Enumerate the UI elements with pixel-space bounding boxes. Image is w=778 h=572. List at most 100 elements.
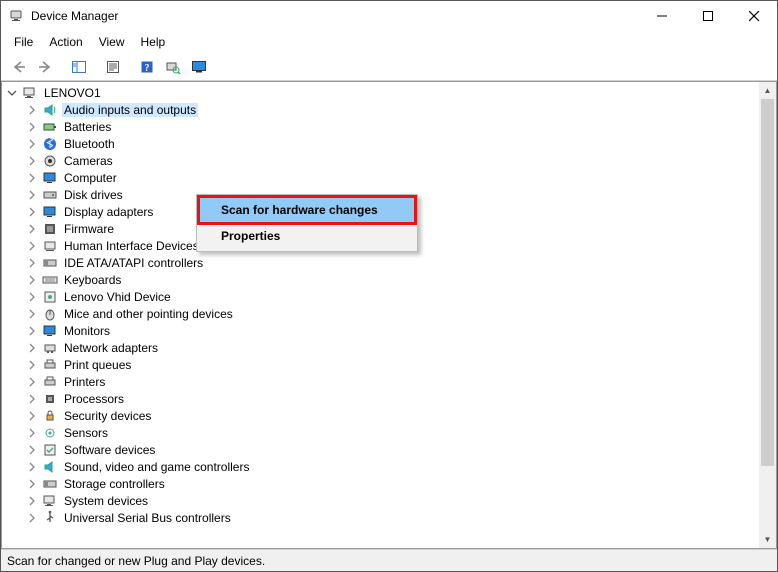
tree-item[interactable]: Batteries (6, 118, 759, 135)
chevron-right-icon[interactable] (26, 257, 38, 269)
chevron-right-icon[interactable] (26, 223, 38, 235)
chevron-right-icon[interactable] (26, 121, 38, 133)
chevron-right-icon[interactable] (26, 325, 38, 337)
close-button[interactable] (731, 1, 777, 31)
menu-action[interactable]: Action (42, 33, 89, 51)
tree-item[interactable]: Print queues (6, 356, 759, 373)
tree-item[interactable]: Keyboards (6, 271, 759, 288)
scan-hardware-button[interactable] (161, 56, 185, 78)
device-category-icon (42, 459, 58, 475)
menu-file[interactable]: File (7, 33, 40, 51)
menu-help[interactable]: Help (134, 33, 173, 51)
statusbar: Scan for changed or new Plug and Play de… (1, 549, 777, 571)
tree-item-label: Display adapters (62, 205, 155, 219)
svg-text:?: ? (145, 63, 150, 74)
chevron-right-icon[interactable] (26, 291, 38, 303)
tree-item-label: Lenovo Vhid Device (62, 290, 173, 304)
tree-item-label: Printers (62, 375, 107, 389)
tree-item[interactable]: Sound, video and game controllers (6, 458, 759, 475)
tree-item[interactable]: Software devices (6, 441, 759, 458)
tree-item-label: Security devices (62, 409, 153, 423)
monitor-button[interactable] (187, 56, 211, 78)
context-scan-hardware[interactable]: Scan for hardware changes (199, 197, 415, 223)
tree-item-label: Firmware (62, 222, 116, 236)
device-category-icon (42, 340, 58, 356)
chevron-right-icon[interactable] (26, 512, 38, 524)
tree-item-label: Cameras (62, 154, 115, 168)
tree-item-label: Monitors (62, 324, 112, 338)
device-category-icon (42, 476, 58, 492)
scroll-up-button[interactable]: ▲ (759, 82, 776, 99)
scroll-track[interactable] (759, 99, 776, 531)
tree-item[interactable]: Storage controllers (6, 475, 759, 492)
maximize-button[interactable] (685, 1, 731, 31)
tree-item[interactable]: System devices (6, 492, 759, 509)
tree-item[interactable]: Processors (6, 390, 759, 407)
tree-item[interactable]: Security devices (6, 407, 759, 424)
nav-forward-button[interactable] (33, 56, 57, 78)
tree-item[interactable]: Universal Serial Bus controllers (6, 509, 759, 526)
show-hide-tree-button[interactable] (67, 56, 91, 78)
tree-item-label: Disk drives (62, 188, 125, 202)
chevron-right-icon[interactable] (26, 359, 38, 371)
tree-item-label: Keyboards (62, 273, 123, 287)
tree-item[interactable]: Sensors (6, 424, 759, 441)
help-button[interactable]: ? (135, 56, 159, 78)
chevron-right-icon[interactable] (26, 427, 38, 439)
chevron-right-icon[interactable] (26, 308, 38, 320)
chevron-right-icon[interactable] (26, 444, 38, 456)
chevron-right-icon[interactable] (26, 138, 38, 150)
tree-item-label: Human Interface Devices (62, 239, 201, 253)
tree-item[interactable]: Lenovo Vhid Device (6, 288, 759, 305)
tree-item-label: Software devices (62, 443, 157, 457)
chevron-right-icon[interactable] (26, 376, 38, 388)
chevron-right-icon[interactable] (26, 461, 38, 473)
chevron-right-icon[interactable] (26, 478, 38, 490)
scroll-down-button[interactable]: ▼ (759, 531, 776, 548)
tree-root-label: LENOVO1 (42, 86, 103, 100)
computer-icon (22, 85, 38, 101)
tree-item[interactable]: Cameras (6, 152, 759, 169)
properties-button[interactable] (101, 56, 125, 78)
tree-item[interactable]: IDE ATA/ATAPI controllers (6, 254, 759, 271)
tree-item[interactable]: Bluetooth (6, 135, 759, 152)
chevron-right-icon[interactable] (26, 240, 38, 252)
scroll-thumb[interactable] (761, 99, 774, 466)
tree-item[interactable]: Printers (6, 373, 759, 390)
chevron-right-icon[interactable] (26, 410, 38, 422)
chevron-down-icon[interactable] (6, 87, 18, 99)
device-category-icon (42, 136, 58, 152)
vertical-scrollbar[interactable]: ▲ ▼ (759, 82, 776, 548)
device-category-icon (42, 204, 58, 220)
chevron-right-icon[interactable] (26, 393, 38, 405)
context-menu: Scan for hardware changes Properties (196, 194, 418, 252)
device-category-icon (42, 391, 58, 407)
chevron-right-icon[interactable] (26, 495, 38, 507)
tree-item[interactable]: Network adapters (6, 339, 759, 356)
chevron-right-icon[interactable] (26, 104, 38, 116)
device-tree[interactable]: LENOVO1 Audio inputs and outputsBatterie… (2, 82, 759, 548)
menu-view[interactable]: View (92, 33, 132, 51)
device-category-icon (42, 102, 58, 118)
titlebar: Device Manager (1, 1, 777, 31)
chevron-right-icon[interactable] (26, 206, 38, 218)
nav-back-button[interactable] (7, 56, 31, 78)
minimize-button[interactable] (639, 1, 685, 31)
chevron-right-icon[interactable] (26, 342, 38, 354)
chevron-right-icon[interactable] (26, 172, 38, 184)
title-left: Device Manager (9, 8, 118, 24)
device-category-icon (42, 374, 58, 390)
tree-item[interactable]: Monitors (6, 322, 759, 339)
device-category-icon (42, 357, 58, 373)
context-properties[interactable]: Properties (199, 223, 415, 249)
chevron-right-icon[interactable] (26, 189, 38, 201)
tree-item[interactable]: Computer (6, 169, 759, 186)
tree-item-label: Computer (62, 171, 119, 185)
tree-item-label: IDE ATA/ATAPI controllers (62, 256, 205, 270)
chevron-right-icon[interactable] (26, 274, 38, 286)
device-category-icon (42, 408, 58, 424)
tree-item[interactable]: Audio inputs and outputs (6, 101, 759, 118)
chevron-right-icon[interactable] (26, 155, 38, 167)
tree-root[interactable]: LENOVO1 (6, 84, 759, 101)
tree-item[interactable]: Mice and other pointing devices (6, 305, 759, 322)
